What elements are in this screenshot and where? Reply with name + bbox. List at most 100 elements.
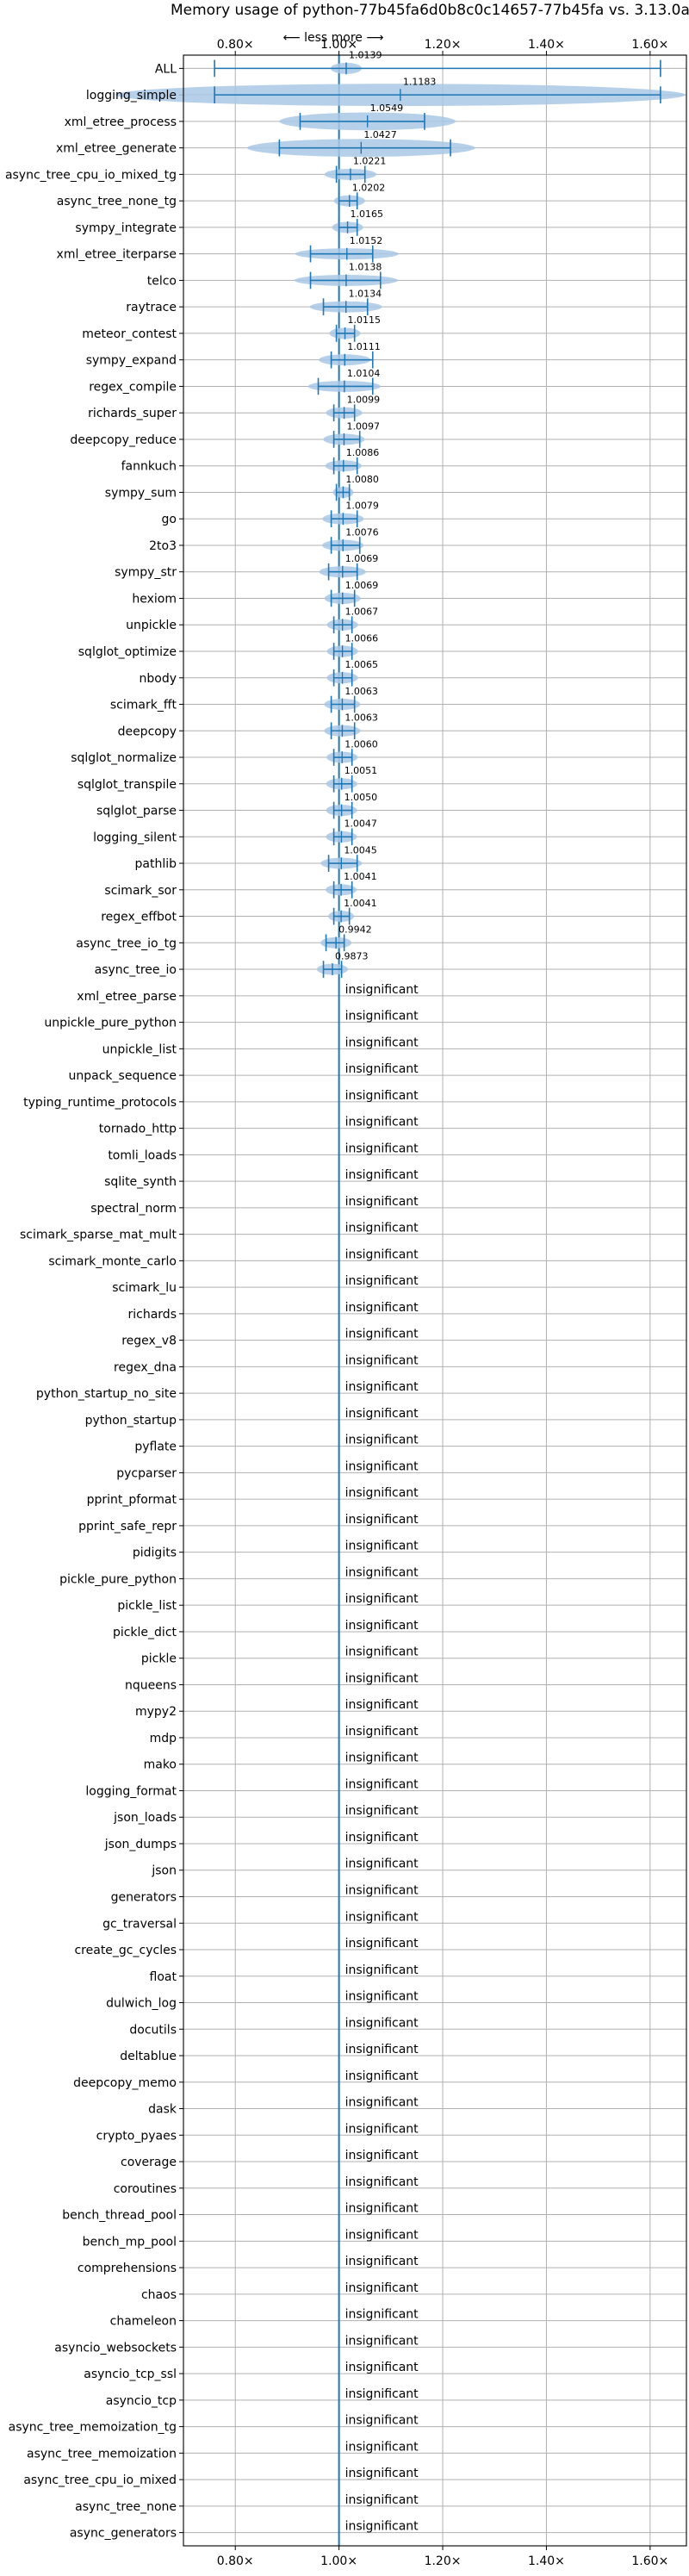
chart-title: Memory usage of python-77b45fa6d0b8c0c14… <box>171 2 689 19</box>
benchmark-label: generators <box>111 1890 177 1904</box>
value-label: 1.0165 <box>351 208 384 220</box>
benchmark-label: sympy_str <box>115 566 177 580</box>
benchmark-label: async_tree_memoization_tg <box>9 2421 177 2435</box>
x-tick-label-top: 1.60× <box>631 38 668 52</box>
x-tick-label-top: 1.20× <box>425 38 462 52</box>
benchmark-label: deltablue <box>120 2050 177 2063</box>
insignificant-label: insignificant <box>345 1142 419 1155</box>
insignificant-label: insignificant <box>345 1036 419 1049</box>
benchmark-label: pathlib <box>135 857 177 871</box>
benchmark-label: scimark_sparse_mat_mult <box>20 1229 177 1242</box>
value-label: 1.0066 <box>345 632 379 644</box>
benchmark-label: sqlglot_parse <box>96 805 177 818</box>
benchmark-label: unpickle_pure_python <box>44 1017 177 1030</box>
benchmark-label: unpack_sequence <box>69 1069 177 1083</box>
benchmark-label: typing_runtime_protocols <box>23 1096 177 1110</box>
value-label: 1.0115 <box>348 314 382 326</box>
value-label: 1.0221 <box>353 156 387 167</box>
benchmark-label: docutils <box>129 2023 177 2037</box>
benchmark-label: async_generators <box>70 2527 177 2541</box>
insignificant-label: insignificant <box>345 983 419 997</box>
benchmark-label: 2to3 <box>149 539 177 553</box>
insignificant-label: insignificant <box>345 2493 419 2507</box>
benchmark-label: logging_simple <box>86 89 177 103</box>
benchmark-label: xml_etree_process <box>65 115 177 129</box>
insignificant-label: insignificant <box>345 2520 419 2534</box>
grid-layer <box>179 51 686 2550</box>
insignificant-label: insignificant <box>345 2096 419 2110</box>
value-label: 1.0097 <box>346 420 380 432</box>
benchmark-label: regex_effbot <box>101 911 177 924</box>
insignificant-label: insignificant <box>345 1671 419 1685</box>
benchmark-label: mdp <box>150 1732 177 1745</box>
benchmark-label: tornado_http <box>99 1123 177 1136</box>
benchmark-label: create_gc_cycles <box>74 1944 177 1957</box>
benchmark-label: crypto_pyaes <box>96 2129 177 2143</box>
value-label: 1.0549 <box>370 103 404 114</box>
value-label: 1.0063 <box>344 686 378 697</box>
value-label: 1.0063 <box>344 712 378 724</box>
value-label: 1.0041 <box>344 871 377 882</box>
benchmark-label: richards_super <box>88 407 177 420</box>
value-label: 1.0045 <box>344 844 377 856</box>
benchmark-label: xml_etree_generate <box>56 142 177 156</box>
insignificant-label: insignificant <box>345 2467 419 2480</box>
insignificant-label: insignificant <box>345 1301 419 1315</box>
insignificant-label: insignificant <box>345 1062 419 1076</box>
insignificant-label: insignificant <box>345 2016 419 2030</box>
insignificant-label: insignificant <box>345 1168 419 1182</box>
violin-chart: Memory usage of python-77b45fa6d0b8c0c14… <box>5 2 689 2568</box>
insignificant-label: insignificant <box>345 2361 419 2374</box>
benchmark-label: async_tree_none <box>75 2500 177 2514</box>
insignificant-label: insignificant <box>345 1513 419 1527</box>
insignificant-label: insignificant <box>345 1407 419 1421</box>
benchmark-label: pickle_pure_python <box>59 1572 177 1586</box>
benchmark-label: python_startup_no_site <box>36 1387 177 1401</box>
value-label: 1.0047 <box>344 818 377 830</box>
value-label: 1.0080 <box>345 474 379 485</box>
insignificant-label: insignificant <box>345 1883 419 1897</box>
benchmark-label: scimark_lu <box>112 1281 177 1295</box>
x-tick-label-top: 0.80× <box>217 38 254 52</box>
insignificant-label: insignificant <box>345 1195 419 1209</box>
insignificant-label: insignificant <box>345 1857 419 1871</box>
benchmark-label: sqlglot_normalize <box>71 751 177 765</box>
insignificant-label: insignificant <box>345 1646 419 1659</box>
insignificant-label: insignificant <box>345 1831 419 1845</box>
benchmark-label: regex_dna <box>114 1360 177 1374</box>
benchmark-label: json_loads <box>113 1811 177 1825</box>
value-label: 0.9873 <box>335 950 369 961</box>
benchmark-label: async_tree_none_tg <box>57 195 177 208</box>
value-label: 1.0111 <box>347 341 381 352</box>
value-label: 1.0050 <box>344 792 378 803</box>
insignificant-label: insignificant <box>345 1619 419 1633</box>
benchmark-label: deepcopy_reduce <box>70 433 177 447</box>
value-label: 1.0051 <box>344 765 378 776</box>
insignificant-label: insignificant <box>345 2281 419 2295</box>
plot-frame <box>183 54 687 2547</box>
benchmark-label: tomli_loads <box>108 1148 177 1162</box>
value-label: 1.0152 <box>350 235 383 246</box>
insignificant-label: insignificant <box>345 1698 419 1712</box>
benchmark-label: sympy_expand <box>86 354 177 368</box>
insignificant-label: insignificant <box>345 2122 419 2136</box>
value-label: 1.0076 <box>345 526 379 538</box>
benchmark-label: dulwich_log <box>106 1997 177 2011</box>
insignificant-label: insignificant <box>345 1089 419 1103</box>
benchmark-label: sqlglot_optimize <box>78 645 177 659</box>
insignificant-label: insignificant <box>345 1540 419 1553</box>
value-label: 1.1183 <box>403 76 437 87</box>
benchmark-label: pickle_list <box>117 1599 177 1613</box>
value-label: 0.9942 <box>338 924 372 936</box>
benchmark-label: sqlglot_transpile <box>78 778 177 792</box>
insignificant-label: insignificant <box>345 2387 419 2401</box>
benchmark-label: json_dumps <box>104 1838 177 1851</box>
value-label: 1.0104 <box>347 368 381 379</box>
benchmark-label: async_tree_cpu_io_mixed_tg <box>5 168 177 182</box>
benchmark-label: hexiom <box>132 592 177 606</box>
benchmark-label: pprint_pformat <box>87 1493 177 1507</box>
insignificant-label: insignificant <box>345 2308 419 2322</box>
insignificant-label: insignificant <box>345 2255 419 2268</box>
insignificant-label: insignificant <box>345 1910 419 1924</box>
benchmark-label: dask <box>148 2103 177 2117</box>
